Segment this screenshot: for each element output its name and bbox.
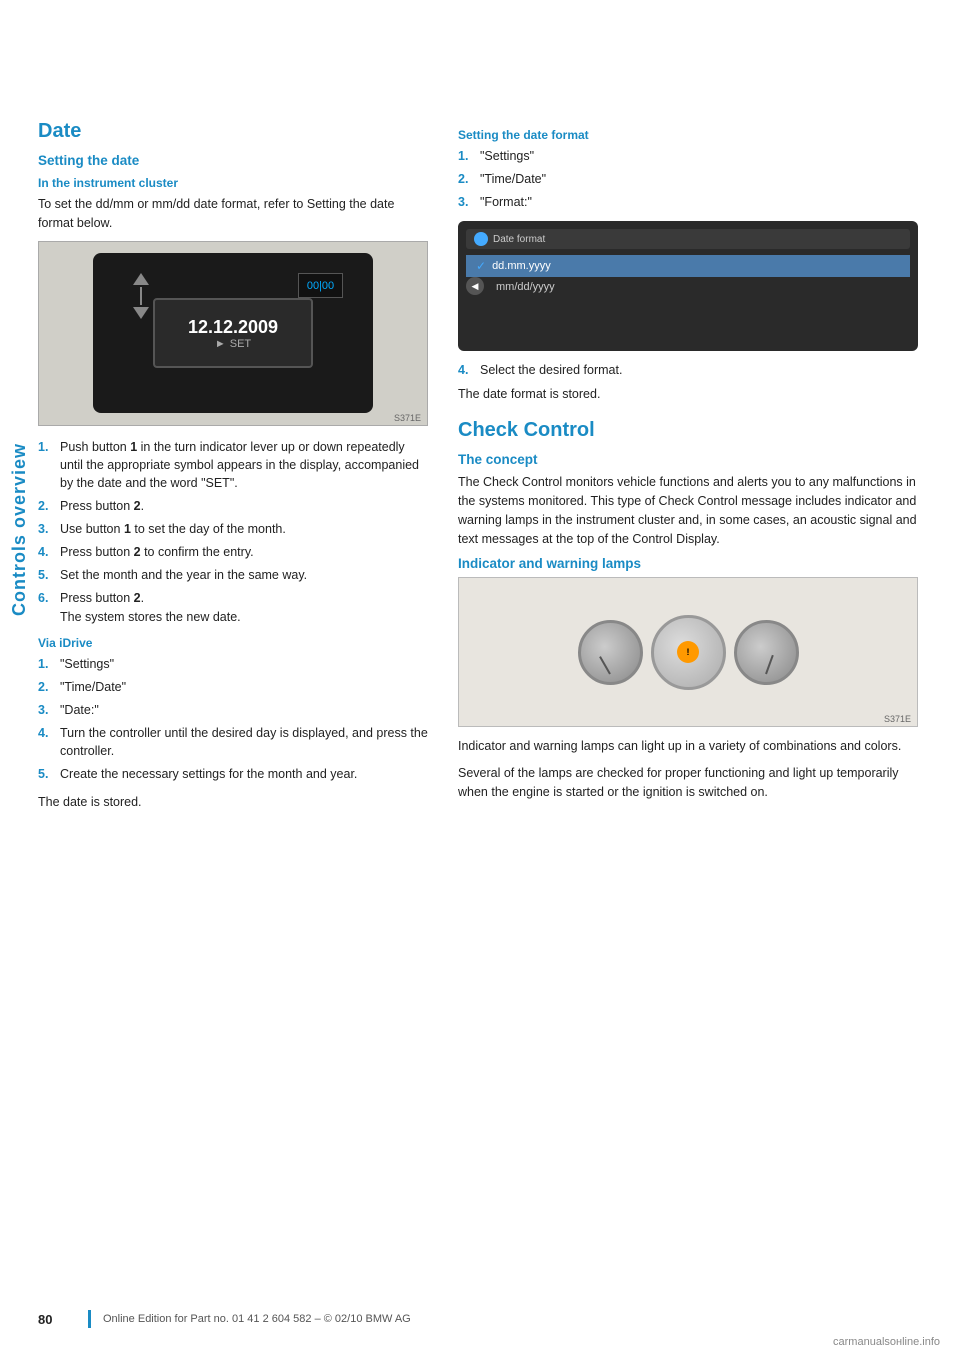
idrive-step-3: 3. "Date:" [38,701,428,719]
arrow-stem [140,287,142,305]
step-3: 3. Use button 1 to set the day of the mo… [38,520,428,538]
img-caption-right: S371E [884,714,911,724]
steps-format: 1. "Settings" 2. "Time/Date" 3. "Format:… [458,147,918,211]
arrow-up-icon [133,273,149,285]
indicator-text-1: Indicator and warning lamps can light up… [458,737,918,756]
right-column: Setting the date format 1. "Settings" 2.… [458,120,918,820]
steps-cluster: 1. Push button 1 in the turn indicator l… [38,438,428,626]
gauges-container: ! [578,615,799,690]
date-section-title: Date [38,120,428,143]
format-step-1: 1. "Settings" [458,147,918,165]
gauge-center: ! [651,615,726,690]
idrive-step-4: 4. Turn the controller until the desired… [38,724,428,760]
step-5: 5. Set the month and the year in the sam… [38,566,428,584]
cluster-set: ► SET [215,338,251,350]
steps-idrive: 1. "Settings" 2. "Time/Date" 3. "Date:" … [38,655,428,784]
page-number: 80 [38,1312,88,1327]
gauge-right [734,620,799,685]
sidebar-label: Controls overview [0,180,38,880]
step-1: 1. Push button 1 in the turn indicator l… [38,438,428,492]
idrive-section: Via iDrive 1. "Settings" 2. "Time/Date" … [38,636,428,813]
step4-text: Select the desired format. [480,361,622,379]
cluster-date: 12.12.2009 [188,317,278,338]
instrument-cluster-desc: To set the dd/mm or mm/dd date format, r… [38,195,428,233]
step-2: 2. Press button 2. [38,497,428,515]
arrow-down-icon [133,307,149,319]
check-control-title: Check Control [458,419,918,442]
watermark: carmanualsонline.info [833,1336,940,1348]
set-arrow: ► [215,338,226,350]
instrument-cluster-image: 00|00 12.12.2009 ► SET S371E [38,241,428,426]
step-4: 4. Press button 2 to confirm the entry. [38,543,428,561]
checkmark-icon: ✓ [476,259,486,273]
indicator-warning-subtitle: Indicator and warning lamps [458,556,918,571]
small-display: 00|00 [298,273,343,298]
page-container: Controls overview Date Setting the date … [0,0,960,1358]
nav-button: ◀ [466,277,484,295]
calendar-icon [474,232,488,246]
date-option-2: mm/dd/yyyy [466,277,910,297]
cluster-inner: 00|00 12.12.2009 ► SET [93,253,373,413]
idrive-step-5: 5. Create the necessary settings for the… [38,765,428,783]
footer: 80 Online Edition for Part no. 01 41 2 6… [38,1310,960,1328]
date-format-title: Date format [493,234,545,245]
warning-lamps-image: ! S371E [458,577,918,727]
watermark-text: carmanualsонline.info [833,1336,940,1348]
warning-lamp-icon: ! [677,641,699,663]
step-6: 6. Press button 2.The system stores the … [38,589,428,625]
img-caption-left: S371E [394,413,421,423]
format-step-2: 2. "Time/Date" [458,170,918,188]
concept-text: The Check Control monitors vehicle funct… [458,473,918,548]
cluster-arrows [133,273,149,319]
steps-format-cont: 4. Select the desired format. [458,361,918,379]
footer-bar [88,1310,91,1328]
via-idrive-subtitle: Via iDrive [38,636,428,650]
date-option-1: ✓ dd.mm.yyyy [466,255,910,277]
concept-subtitle: The concept [458,452,918,467]
format-stored-text: The date format is stored. [458,385,918,404]
footer-text: Online Edition for Part no. 01 41 2 604 … [103,1313,411,1325]
left-column: Date Setting the date In the instrument … [38,120,428,820]
date-format-image: Date format ✓ dd.mm.yyyy mm/dd/yyyy ◀ [458,221,918,351]
cluster-display: 12.12.2009 ► SET [153,298,313,368]
instrument-cluster-subtitle: In the instrument cluster [38,176,428,190]
date-format-title-bar: Date format [466,229,910,249]
setting-date-format-subtitle: Setting the date format [458,128,918,142]
set-label: SET [230,338,251,350]
sidebar-text: Controls overview [9,443,30,616]
format-step-3: 3. "Format:" [458,193,918,211]
idrive-step-1: 1. "Settings" [38,655,428,673]
indicator-text-2: Several of the lamps are checked for pro… [458,764,918,802]
format-step-4: 4. Select the desired format. [458,361,918,379]
date-stored-text: The date is stored. [38,793,428,812]
main-content: Date Setting the date In the instrument … [38,120,938,820]
setting-date-subtitle: Setting the date [38,153,428,168]
idrive-step-2: 2. "Time/Date" [38,678,428,696]
gauge-left [578,620,643,685]
